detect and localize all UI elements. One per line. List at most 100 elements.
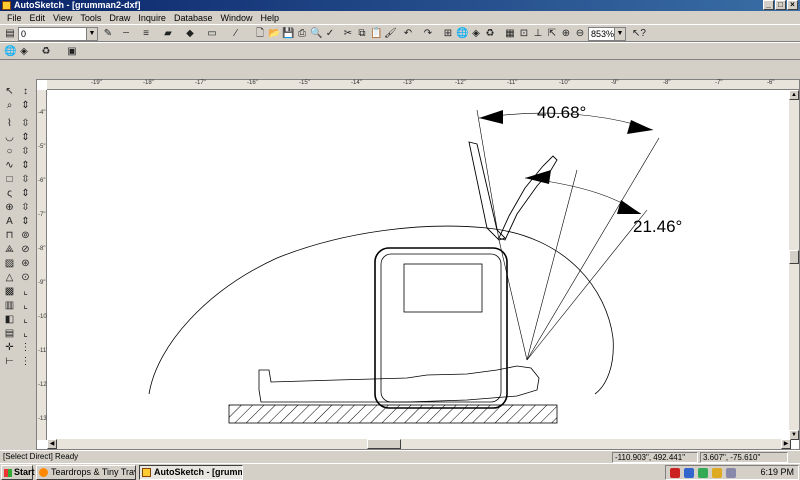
vertical-scroll-thumb[interactable] bbox=[789, 250, 799, 264]
menu-inquire[interactable]: Inquire bbox=[134, 13, 170, 23]
node-edit-icon[interactable]: ▥ bbox=[3, 300, 16, 312]
dimension-icon[interactable]: ⌞ bbox=[19, 328, 32, 340]
scroll-up-icon[interactable]: ▲ bbox=[789, 90, 799, 100]
vertical-scrollbar[interactable]: ▲ ▼ bbox=[789, 90, 799, 440]
open-file-icon[interactable]: 📂 bbox=[268, 28, 280, 40]
chevron-down-icon[interactable]: ▼ bbox=[86, 28, 97, 40]
trim-icon[interactable]: ⊓ bbox=[3, 230, 16, 242]
dimension-icon[interactable]: ⊚ bbox=[19, 230, 32, 242]
fill-icon[interactable]: ▰ bbox=[162, 28, 174, 40]
printer-icon[interactable] bbox=[726, 468, 736, 478]
line-type-icon[interactable]: ┄ bbox=[120, 28, 132, 40]
start-button[interactable]: Start bbox=[1, 465, 35, 480]
grid-icon[interactable]: ▦ bbox=[504, 28, 516, 40]
dimension-icon[interactable]: ⊙ bbox=[19, 272, 32, 284]
volume-icon[interactable] bbox=[712, 468, 722, 478]
dimension-icon[interactable]: ⌞ bbox=[19, 314, 32, 326]
dimension-icon[interactable]: ↕ bbox=[19, 86, 32, 98]
pattern-icon[interactable]: ▭ bbox=[206, 28, 218, 40]
scroll-right-icon[interactable]: ▶ bbox=[781, 439, 791, 449]
copy-icon[interactable]: ⧉ bbox=[356, 28, 368, 40]
line-weight-icon[interactable]: ≡ bbox=[140, 28, 152, 40]
crosshair-icon[interactable]: ✛ bbox=[3, 342, 16, 354]
dimension-icon[interactable]: ⋮ bbox=[19, 356, 32, 368]
dimension-icon[interactable]: ⇳ bbox=[19, 118, 32, 130]
zoom-select[interactable]: 853% ▼ bbox=[588, 27, 626, 41]
drawing-canvas[interactable]: 40.68° 21.46° bbox=[47, 90, 789, 440]
ruler-tool-icon[interactable]: ⊢ bbox=[3, 356, 16, 368]
dimension-icon[interactable]: ⇕ bbox=[19, 188, 32, 200]
group-edit-icon[interactable]: ▤ bbox=[3, 328, 16, 340]
menu-draw[interactable]: Draw bbox=[105, 13, 134, 23]
dimension-icon[interactable]: ⇳ bbox=[19, 202, 32, 214]
cut-icon[interactable]: ✂ bbox=[342, 28, 354, 40]
horizontal-scrollbar[interactable]: ◀ ▶ bbox=[47, 439, 791, 449]
clock[interactable]: 6:19 PM bbox=[760, 466, 794, 479]
snap-icon[interactable]: ⊡ bbox=[518, 28, 530, 40]
shield-icon[interactable] bbox=[698, 468, 708, 478]
fill-color-icon[interactable]: ◆ bbox=[184, 28, 196, 40]
select-arrow-icon[interactable]: ↖ bbox=[3, 86, 16, 98]
layers-icon[interactable]: ◈ bbox=[470, 28, 482, 40]
new-file-icon[interactable]: 🗋 bbox=[254, 28, 266, 40]
horizontal-scroll-thumb[interactable] bbox=[367, 439, 401, 449]
redo-icon[interactable]: ↷ bbox=[422, 28, 434, 40]
dimension-icon[interactable]: ⊘ bbox=[19, 244, 32, 256]
network-icon[interactable] bbox=[684, 468, 694, 478]
zoom-icon[interactable]: ⌕ bbox=[3, 100, 16, 112]
dimension-icon[interactable]: ⋮ bbox=[19, 342, 32, 354]
dimension-icon[interactable]: ⇳ bbox=[19, 146, 32, 158]
zoom-out-icon[interactable]: ⊖ bbox=[574, 28, 586, 40]
menu-window[interactable]: Window bbox=[216, 13, 256, 23]
paste-icon[interactable]: 📋 bbox=[370, 28, 382, 40]
brush-icon[interactable]: ⁄ bbox=[230, 28, 242, 40]
group-icon[interactable]: ⊞ bbox=[442, 28, 454, 40]
dimension-icon[interactable]: ⇳ bbox=[19, 174, 32, 186]
library-icon[interactable]: ▣ bbox=[66, 46, 78, 58]
save-icon[interactable]: 💾 bbox=[282, 28, 294, 40]
print-preview-icon[interactable]: 🔍 bbox=[310, 28, 322, 40]
polyline-icon[interactable]: ⌇ bbox=[3, 118, 16, 130]
menu-tools[interactable]: Tools bbox=[76, 13, 105, 23]
print-icon[interactable]: ⎙ bbox=[296, 28, 308, 40]
image-icon[interactable]: ▩ bbox=[3, 286, 16, 298]
undo-icon[interactable]: ↶ bbox=[402, 28, 414, 40]
menu-database[interactable]: Database bbox=[170, 13, 217, 23]
scroll-left-icon[interactable]: ◀ bbox=[47, 439, 57, 449]
dimension-icon[interactable]: ⇕ bbox=[19, 132, 32, 144]
dimension-icon[interactable]: ⊛ bbox=[19, 258, 32, 270]
layer-icon[interactable]: ▤ bbox=[4, 28, 16, 40]
hatch-icon[interactable]: ▨ bbox=[3, 258, 16, 270]
format-painter-icon[interactable]: 🖌 bbox=[384, 28, 397, 40]
menu-edit[interactable]: Edit bbox=[26, 13, 50, 23]
chevron-down-icon[interactable]: ▼ bbox=[614, 28, 625, 40]
text-icon[interactable]: A bbox=[3, 216, 16, 228]
minimize-button[interactable]: _ bbox=[763, 0, 774, 10]
symbols-icon[interactable]: ♻ bbox=[484, 28, 496, 40]
close-button[interactable]: × bbox=[787, 0, 798, 10]
dimension-icon[interactable]: ⌞ bbox=[19, 286, 32, 298]
maximize-button[interactable]: □ bbox=[775, 0, 786, 10]
spline-icon[interactable]: ς bbox=[3, 188, 16, 200]
dimension-icon[interactable]: ⇕ bbox=[19, 216, 32, 228]
symbols-icon[interactable]: ♻ bbox=[40, 46, 52, 58]
dimension-icon[interactable]: ⌞ bbox=[19, 300, 32, 312]
check-icon[interactable]: ✓ bbox=[324, 28, 336, 40]
dimension-icon[interactable]: ⇕ bbox=[19, 160, 32, 172]
autosketch-app-icon[interactable] bbox=[2, 1, 11, 10]
menu-file[interactable]: File bbox=[3, 13, 26, 23]
layer-select[interactable]: 0 ▼ bbox=[18, 27, 98, 41]
taskbar-item-browser[interactable]: Teardrops & Tiny Travel ... bbox=[36, 465, 136, 480]
rectangle-icon[interactable]: □ bbox=[3, 174, 16, 186]
ortho-icon[interactable]: ⊥ bbox=[532, 28, 544, 40]
pen-color-icon[interactable]: ✎ bbox=[102, 28, 114, 40]
globe-icon[interactable]: 🌐 bbox=[4, 46, 16, 58]
arc-icon[interactable]: ◡ bbox=[3, 132, 16, 144]
zoom-in-icon[interactable]: ⊕ bbox=[560, 28, 572, 40]
zoom-window-icon[interactable]: ⇱ bbox=[546, 28, 558, 40]
point-icon[interactable]: ⊕ bbox=[3, 202, 16, 214]
dimension-icon[interactable]: ⇕ bbox=[19, 100, 32, 112]
symbol-icon[interactable]: ◧ bbox=[3, 314, 16, 326]
globe-icon[interactable]: 🌐 bbox=[456, 28, 468, 40]
security-alert-icon[interactable] bbox=[670, 468, 680, 478]
